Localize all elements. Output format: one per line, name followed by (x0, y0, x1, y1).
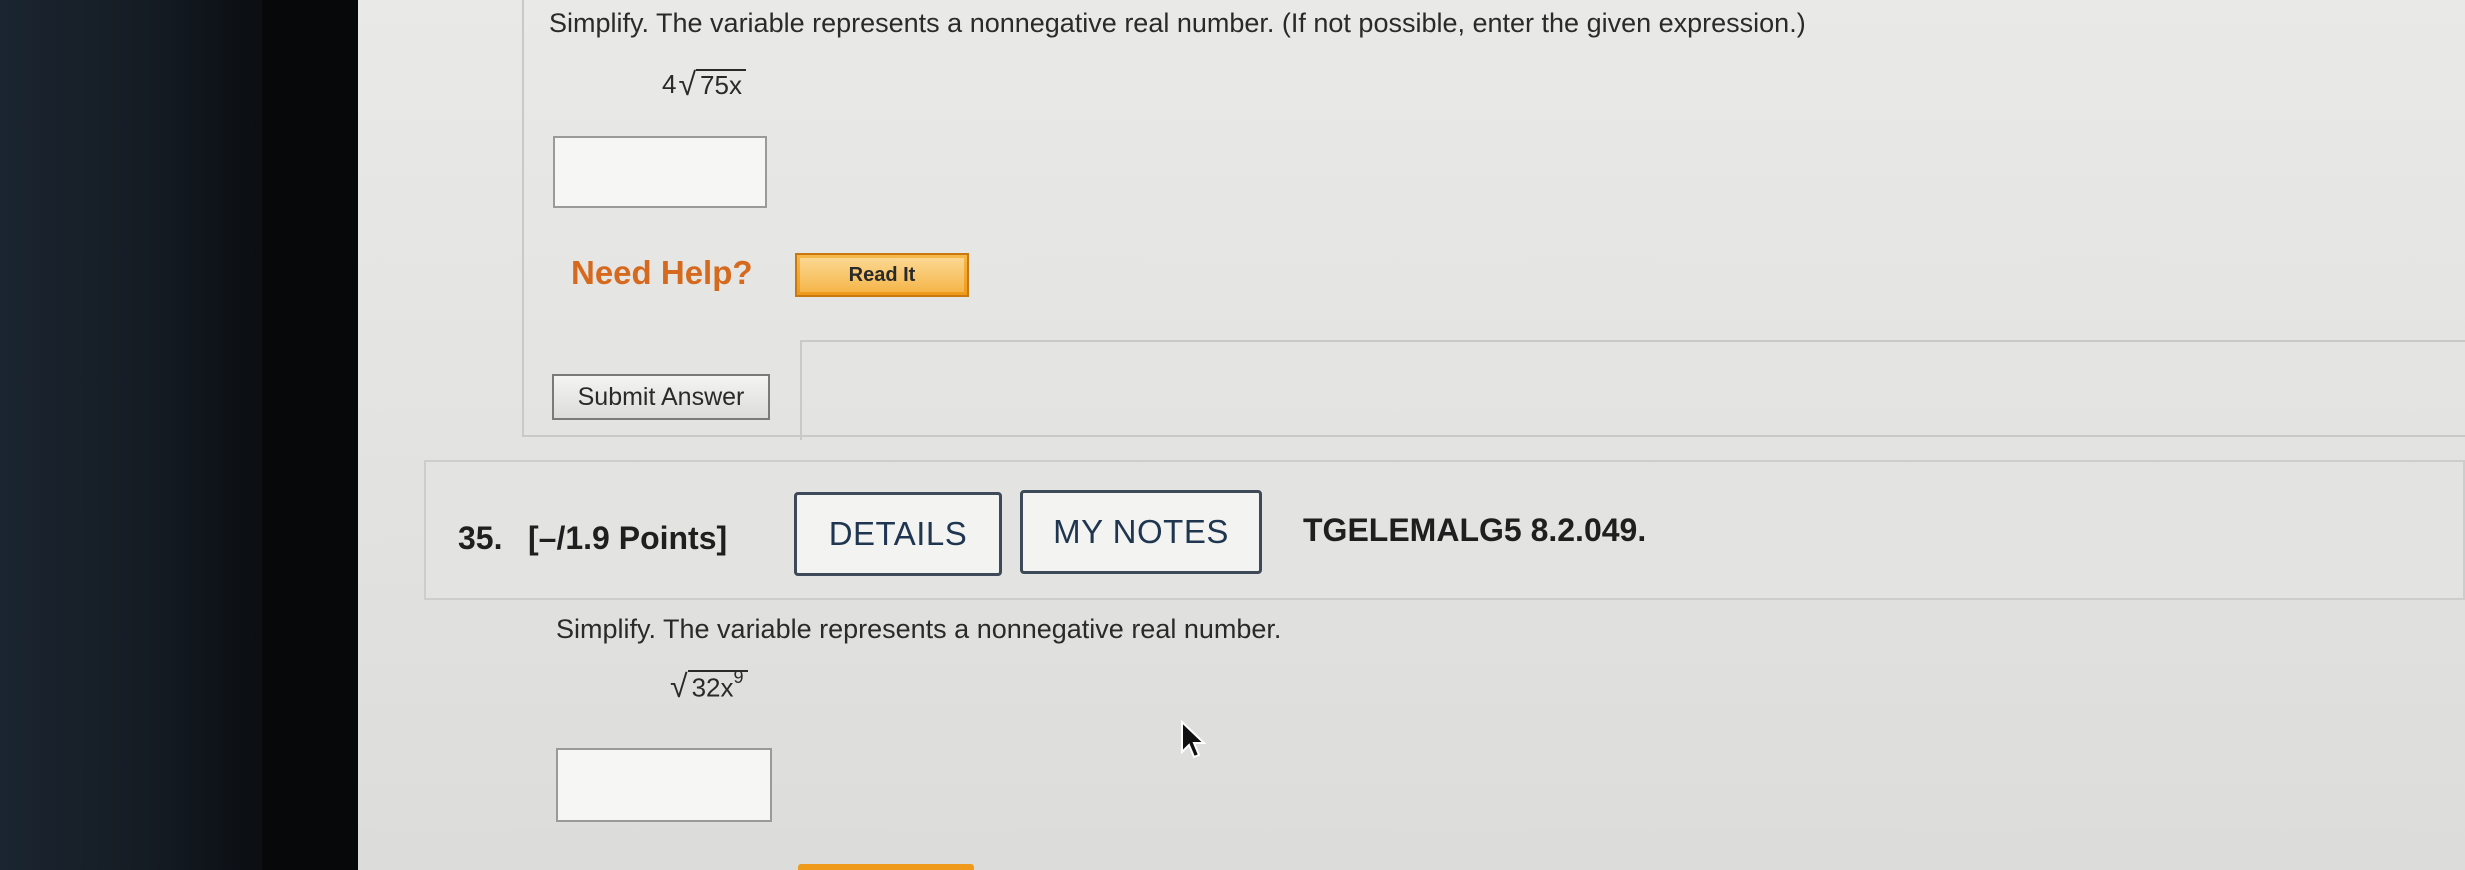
question-number: 35. (458, 520, 503, 556)
radicand-base: 32x (691, 672, 734, 703)
monitor-bezel (0, 0, 260, 870)
my-notes-button[interactable]: MY NOTES (1020, 490, 1262, 574)
question-35-prompt: Simplify. The variable represents a nonn… (556, 614, 1282, 644)
radicand-exponent: 9 (733, 667, 744, 687)
mouse-pointer-icon (1180, 719, 1207, 765)
question-34-frame-left (522, 0, 524, 435)
question-34-frame-bottom (522, 435, 2465, 437)
question-34-prompt: Simplify. The variable represents a nonn… (549, 8, 1806, 38)
question-34-expression: 4 √ 75x (662, 68, 746, 100)
submit-answer-button[interactable]: Submit Answer (552, 374, 770, 420)
read-it-button[interactable]: Read It (795, 253, 969, 297)
radicand: 32x9 (687, 667, 748, 703)
question-34-answer-input[interactable] (553, 136, 767, 208)
question-code: TGELEMALG5 8.2.049. (1303, 512, 1647, 548)
details-button[interactable]: DETAILS (794, 492, 1002, 576)
submit-panel (800, 340, 2465, 440)
coefficient: 4 (662, 69, 677, 99)
monitor-bezel-edge (262, 0, 358, 870)
next-read-it-button-edge[interactable] (798, 864, 974, 870)
need-help-label: Need Help? (571, 254, 753, 291)
question-35-expression: √ 32x9 (670, 667, 748, 705)
question-35-answer-input[interactable] (556, 748, 772, 822)
question-points: [–/1.9 Points] (528, 520, 728, 556)
square-root-icon: √ (670, 668, 688, 705)
read-it-label: Read It (800, 258, 964, 292)
radicand: 75x (696, 69, 746, 100)
square-root-icon: √ (678, 66, 697, 102)
